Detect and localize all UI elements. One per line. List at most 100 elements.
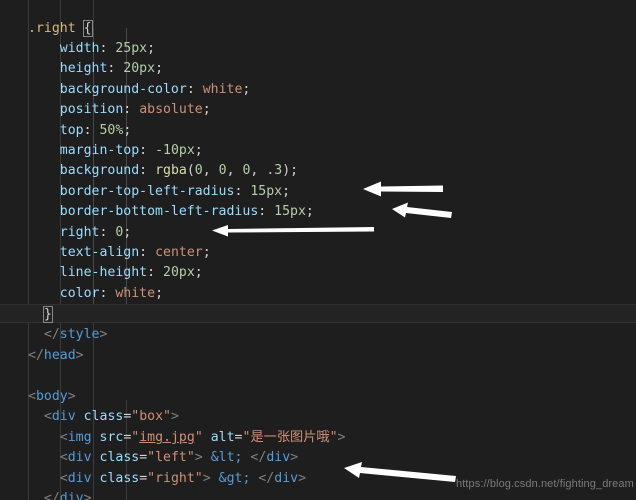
code-line-20[interactable]: <div class="box"> [0, 407, 636, 426]
tag-close-punct: > [202, 471, 211, 486]
semicolon: ; [282, 184, 291, 199]
html-tag-name: div [266, 450, 291, 465]
code-line-12[interactable]: text-align: center; [0, 243, 636, 262]
css-value: 15px [250, 184, 283, 199]
tag-open-punct: < [59, 450, 68, 465]
html-attr-value: "right" [147, 471, 203, 486]
html-attr-name: class [83, 409, 124, 424]
arrow-div-right [344, 462, 456, 482]
arrow-left-icon [392, 202, 452, 218]
watermark-url: https://blog.csdn.net/fighting_dream [456, 478, 634, 490]
tag-close-punct: > [337, 430, 346, 445]
css-value: -10px [155, 143, 195, 158]
code-line-18[interactable] [0, 366, 636, 385]
html-tag-name: head [43, 348, 76, 363]
colon: : [147, 265, 163, 280]
code-line-1[interactable]: .right { [0, 19, 636, 38]
rgba-r: 0 [194, 163, 203, 178]
semicolon: ; [202, 245, 211, 260]
html-attr-quote: " [329, 430, 338, 445]
code-line-16[interactable]: </style> [0, 325, 636, 344]
code-line-8[interactable]: background: rgba(0, 0, 0, .3); [0, 161, 636, 180]
code-line-7[interactable]: margin-top: -10px; [0, 141, 636, 160]
tag-open-punct: </ [258, 471, 275, 486]
css-property: border-bottom-left-radius [59, 204, 259, 219]
css-value: 50% [99, 123, 124, 138]
arrow-left-icon [212, 225, 374, 237]
code-line-19[interactable]: <body> [0, 387, 636, 406]
brace-close: } [42, 306, 53, 323]
paren-open: ( [186, 163, 195, 178]
html-tag-name: div [51, 409, 76, 424]
image-path-link[interactable]: img.jpg [139, 430, 195, 445]
colon: : [139, 143, 156, 158]
css-value: white [115, 286, 156, 301]
tag-open-punct: < [43, 409, 52, 424]
tag-close-punct: > [83, 491, 92, 500]
colon: : [258, 204, 275, 219]
css-property: margin-top [59, 143, 140, 158]
code-line-13[interactable]: line-height: 20px; [0, 263, 636, 282]
code-line-21[interactable]: <img src="img.jpg" alt="是一张图片哦"> [0, 428, 636, 447]
code-line-2[interactable]: width: 25px; [0, 39, 636, 58]
css-selector: .right [28, 21, 76, 36]
semicolon: ; [123, 123, 132, 138]
code-line-5[interactable]: position: absolute; [0, 100, 636, 119]
tag-open-punct: </ [43, 327, 60, 342]
semicolon: ; [242, 82, 251, 97]
html-attr-name: class [99, 471, 140, 486]
html-attr-quote: " [194, 430, 203, 445]
html-attr-name: class [99, 450, 140, 465]
code-line-3[interactable]: height: 20px; [0, 59, 636, 78]
html-entity-lt: &lt; [210, 450, 243, 465]
css-property: right [59, 225, 100, 240]
code-line-9[interactable]: border-top-left-radius: 15px; [0, 182, 636, 201]
html-entity-gt: &gt; [218, 471, 251, 486]
code-line-10[interactable]: border-bottom-left-radius: 15px; [0, 202, 636, 221]
css-property: background-color [59, 82, 187, 97]
arrow-left-icon [344, 462, 456, 482]
colon: : [83, 123, 100, 138]
semicolon: ; [147, 41, 156, 56]
tag-open-punct: </ [43, 491, 60, 500]
css-property: width [59, 41, 100, 56]
code-line-17[interactable]: </head> [0, 346, 636, 365]
html-attr-value: "left" [147, 450, 195, 465]
css-property: border-top-left-radius [59, 184, 235, 199]
code-line-22[interactable]: <div class="left"> &lt; </div> [0, 448, 636, 467]
code-line-14[interactable]: color: white; [0, 284, 636, 303]
code-line-15[interactable]: } [0, 304, 636, 324]
tag-close-punct: > [170, 409, 179, 424]
css-value: center [155, 245, 203, 260]
html-tag-name: img [67, 430, 92, 445]
css-property: background [59, 163, 140, 178]
tag-close-punct: > [298, 471, 307, 486]
code-line-4[interactable]: background-color: white; [0, 80, 636, 99]
arrow-border-top-left-radius [363, 180, 443, 198]
css-property: text-align [59, 245, 140, 260]
colon: : [139, 163, 156, 178]
css-value: absolute [139, 102, 203, 117]
css-value: 20px [123, 61, 156, 76]
code-editor-view[interactable]: .right { width: 25px; height: 20px; back… [0, 0, 636, 500]
equals: = [234, 430, 243, 445]
code-line-6[interactable]: top: 50%; [0, 121, 636, 140]
